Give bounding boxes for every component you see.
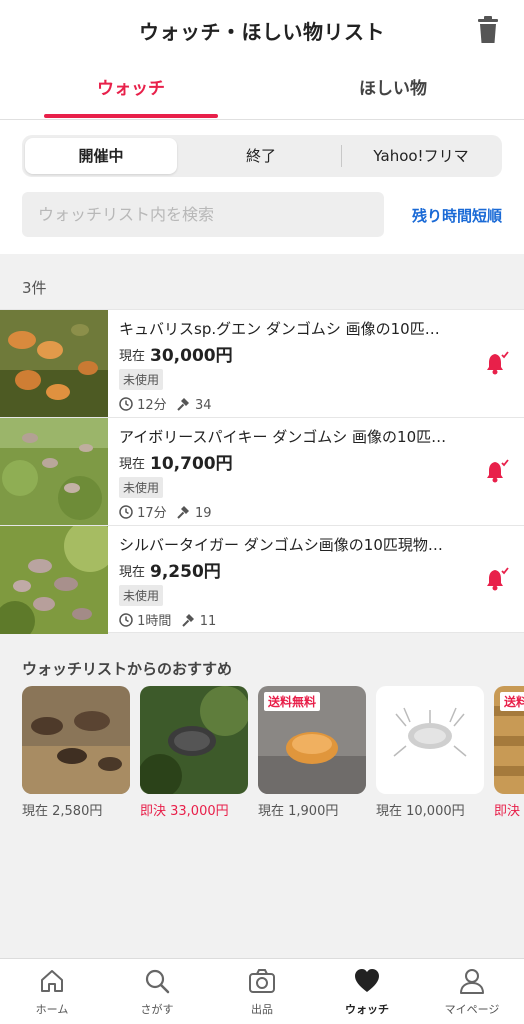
active-tab-indicator bbox=[44, 114, 218, 118]
item-meta: 17分 19 bbox=[119, 502, 218, 521]
bell-alert-icon[interactable] bbox=[484, 566, 510, 592]
watch-list: キュバリスsp.グエン ダンゴムシ 画像の10匹… 現在 30,000円 未使用… bbox=[0, 309, 524, 634]
bid-count: 19 bbox=[194, 506, 212, 521]
recommendation-image[interactable]: 送料無料 bbox=[258, 686, 366, 794]
recommendation-image[interactable] bbox=[22, 686, 130, 794]
time-remaining: 12分 bbox=[137, 398, 167, 413]
free-shipping-tag: 送料 bbox=[500, 692, 524, 711]
item-title[interactable]: キュバリスsp.グエン ダンゴムシ 画像の10匹… bbox=[119, 318, 469, 339]
recommendation-image[interactable] bbox=[140, 686, 248, 794]
price-label: 現在 bbox=[119, 349, 146, 364]
item-thumbnail[interactable] bbox=[0, 418, 108, 526]
gavel-icon bbox=[181, 614, 194, 627]
list-item[interactable]: アイボリースパイキー ダンゴムシ 画像の10匹… 現在 10,700円 未使用 … bbox=[0, 417, 524, 526]
nav-search[interactable]: さがす bbox=[105, 967, 209, 1017]
recommendation-price: 現在 10,000円 bbox=[376, 804, 465, 819]
bell-alert-icon[interactable] bbox=[484, 350, 510, 376]
recommendation-price: 即決 bbox=[494, 804, 521, 819]
segment-divider bbox=[341, 145, 342, 167]
recommendations-title: ウォッチリストからのおすすめ bbox=[22, 660, 233, 678]
recommendation-image[interactable] bbox=[376, 686, 484, 794]
nav-label: ホーム bbox=[35, 1003, 69, 1016]
gavel-icon bbox=[177, 398, 189, 411]
recommendation-image[interactable]: 送料 bbox=[494, 686, 524, 794]
gavel-icon bbox=[177, 506, 189, 519]
item-title[interactable]: アイボリースパイキー ダンゴムシ 画像の10匹… bbox=[119, 426, 469, 447]
item-meta: 1時間 11 bbox=[119, 610, 222, 629]
time-remaining: 1時間 bbox=[137, 614, 172, 629]
condition-badge: 未使用 bbox=[119, 585, 164, 606]
free-shipping-tag: 送料無料 bbox=[264, 692, 321, 711]
header: ウォッチ・ほしい物リスト bbox=[0, 0, 524, 60]
segmented-control: 開催中 終了 Yahoo!フリマ bbox=[22, 135, 502, 177]
item-title[interactable]: シルバータイガー ダンゴムシ画像の10匹現物… bbox=[119, 534, 469, 555]
recommendation-card[interactable]: 現在 10,000円 bbox=[376, 686, 484, 819]
current-price: 30,000円 bbox=[150, 346, 233, 366]
price-label: 現在 bbox=[119, 565, 146, 580]
recommendation-card[interactable]: 送料 即決 bbox=[494, 686, 524, 819]
item-thumbnail[interactable] bbox=[0, 526, 108, 634]
item-meta: 12分 34 bbox=[119, 394, 218, 413]
recommendation-price: 即決 33,000円 bbox=[140, 804, 229, 819]
bell-alert-icon[interactable] bbox=[484, 458, 510, 484]
item-thumbnail[interactable] bbox=[0, 310, 108, 418]
condition-badge: 未使用 bbox=[119, 369, 164, 390]
list-item[interactable]: シルバータイガー ダンゴムシ画像の10匹現物… 現在 9,250円 未使用 1時… bbox=[0, 525, 524, 634]
result-count: 3件 bbox=[22, 279, 47, 297]
camera-icon bbox=[249, 969, 275, 993]
page-title: ウォッチ・ほしい物リスト bbox=[139, 20, 385, 44]
current-price: 10,700円 bbox=[150, 454, 233, 474]
condition-badge: 未使用 bbox=[119, 477, 164, 498]
home-icon bbox=[41, 970, 63, 992]
person-icon bbox=[460, 969, 484, 994]
segment-yahoo-flea[interactable]: Yahoo!フリマ bbox=[344, 138, 498, 174]
recommendation-price: 現在 1,900円 bbox=[258, 804, 339, 819]
price-label: 現在 bbox=[119, 457, 146, 472]
recommendation-card[interactable]: 即決 33,000円 bbox=[140, 686, 248, 819]
filter-area: 開催中 終了 Yahoo!フリマ 残り時間短順 bbox=[0, 120, 524, 254]
list-item[interactable]: キュバリスsp.グエン ダンゴムシ 画像の10匹… 現在 30,000円 未使用… bbox=[0, 309, 524, 418]
time-remaining: 17分 bbox=[137, 506, 167, 521]
tab-wishlist[interactable]: ほしい物 bbox=[262, 60, 524, 120]
current-price: 9,250円 bbox=[150, 562, 221, 582]
recommendations-section: ウォッチリストからのおすすめ 現在 2,580円 即決 33,000円 送料無料… bbox=[0, 646, 524, 819]
recommendation-card[interactable]: 現在 2,580円 bbox=[22, 686, 130, 819]
tab-bar: ウォッチ ほしい物 bbox=[0, 60, 524, 120]
tab-watch[interactable]: ウォッチ bbox=[0, 60, 262, 120]
recommendation-price: 現在 2,580円 bbox=[22, 804, 103, 819]
nav-label: さがす bbox=[140, 1003, 174, 1016]
nav-mypage[interactable]: マイページ bbox=[420, 967, 524, 1017]
heart-icon bbox=[355, 969, 379, 992]
trash-icon[interactable] bbox=[476, 16, 500, 44]
nav-label: ウォッチ bbox=[345, 1003, 389, 1016]
bid-count: 11 bbox=[199, 614, 217, 629]
segment-ongoing[interactable]: 開催中 bbox=[25, 138, 177, 174]
clock-icon bbox=[119, 505, 133, 519]
nav-label: マイページ bbox=[444, 1003, 500, 1016]
nav-sell[interactable]: 出品 bbox=[210, 967, 314, 1017]
sort-by-time-link[interactable]: 残り時間短順 bbox=[412, 205, 502, 226]
segment-ended[interactable]: 終了 bbox=[182, 138, 340, 174]
clock-icon bbox=[119, 397, 133, 411]
bottom-navigation: ホーム さがす 出品 ウォッチ マイページ bbox=[0, 958, 524, 1024]
recommendation-card[interactable]: 送料無料 現在 1,900円 bbox=[258, 686, 366, 819]
nav-watch[interactable]: ウォッチ bbox=[315, 967, 419, 1017]
nav-home[interactable]: ホーム bbox=[0, 967, 104, 1017]
search-icon bbox=[145, 969, 170, 994]
clock-icon bbox=[119, 613, 133, 627]
bid-count: 34 bbox=[194, 398, 212, 413]
watchlist-search-input[interactable] bbox=[22, 192, 384, 237]
nav-label: 出品 bbox=[251, 1003, 273, 1016]
